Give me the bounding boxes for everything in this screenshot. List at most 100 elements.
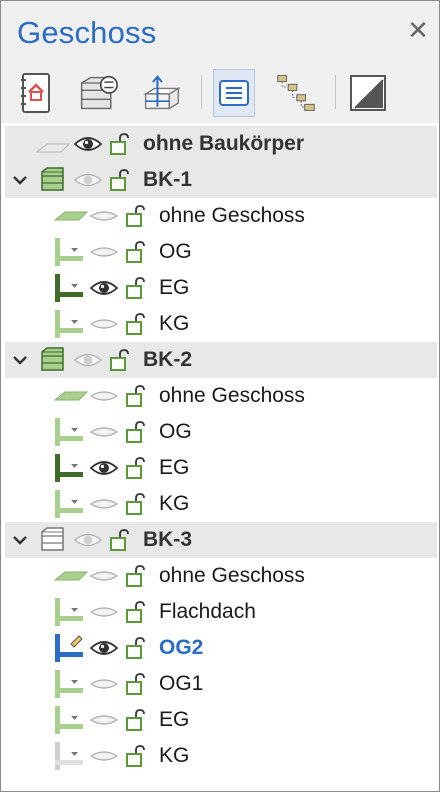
- tree-item-label: OG1: [159, 672, 204, 695]
- tree-item[interactable]: KG: [5, 306, 437, 342]
- tree-item[interactable]: Flachdach: [5, 594, 437, 630]
- eye-dimmed-icon: [73, 173, 103, 187]
- tree-item[interactable]: OG: [5, 414, 437, 450]
- lock-open-icon: [110, 133, 129, 155]
- tree-item[interactable]: KG: [5, 738, 437, 774]
- list-view-icon: [219, 80, 249, 106]
- lock-open-icon: [110, 349, 129, 371]
- toolbar: [1, 63, 439, 123]
- storey-icon: [55, 454, 83, 482]
- tree-group-bk-1[interactable]: BK-1: [5, 162, 437, 198]
- lock-open-icon: [126, 493, 145, 515]
- storey-icon: [55, 742, 83, 770]
- lock-open-icon: [126, 457, 145, 479]
- storey-icon: [55, 706, 83, 734]
- tree-item-label: EG: [159, 456, 190, 479]
- tree-row-label: ohne Baukörper: [143, 132, 305, 155]
- tree-group-bk-2[interactable]: BK-2: [5, 342, 437, 378]
- storey-panel: Geschoss ✕ ohne Baukörper BK-1 ohne Gesc…: [0, 0, 440, 792]
- building-properties-button[interactable]: [15, 69, 57, 117]
- eye-open-icon: [89, 281, 119, 295]
- slab-icon: [53, 571, 89, 581]
- tree-row-root[interactable]: ohne Baukörper: [5, 126, 437, 162]
- eye-open-icon: [73, 137, 103, 151]
- tree-item[interactable]: EG: [5, 450, 437, 486]
- toggle-view-icon: [350, 75, 386, 111]
- slab-icon: [53, 391, 89, 401]
- toolbar-separator: [335, 75, 336, 109]
- eye-closed-icon: [89, 607, 119, 617]
- eye-closed-icon: [89, 679, 119, 689]
- active-storey-icon: [55, 634, 83, 662]
- close-icon[interactable]: ✕: [405, 17, 431, 43]
- tree-item[interactable]: ohne Geschoss: [5, 558, 437, 594]
- lock-open-icon: [126, 673, 145, 695]
- tree-item-label: EG: [159, 276, 190, 299]
- lock-open-icon: [110, 529, 129, 551]
- tree-item-label: ohne Geschoss: [159, 384, 305, 407]
- list-view-button[interactable]: [213, 69, 255, 117]
- tree-group-label: BK-3: [143, 528, 193, 551]
- eye-open-icon: [89, 461, 119, 475]
- panel-header: Geschoss ✕: [1, 1, 439, 63]
- tree-item[interactable]: EG: [5, 702, 437, 738]
- tree-item-label: OG2: [159, 636, 204, 659]
- storey-icon: [55, 310, 83, 338]
- tree-item-label: ohne Geschoss: [159, 564, 305, 587]
- storey-settings-button[interactable]: [77, 69, 119, 117]
- lock-open-icon: [126, 313, 145, 335]
- chevron-down-icon[interactable]: [11, 171, 29, 189]
- tree-item[interactable]: KG: [5, 486, 437, 522]
- lock-open-icon: [126, 709, 145, 731]
- tree-item[interactable]: OG: [5, 234, 437, 270]
- eye-closed-icon: [89, 571, 119, 581]
- storey-icon: [55, 670, 83, 698]
- eye-closed-icon: [89, 427, 119, 437]
- eye-closed-icon: [89, 499, 119, 509]
- eye-closed-icon: [89, 715, 119, 725]
- lock-open-icon: [126, 241, 145, 263]
- lock-open-icon: [126, 745, 145, 767]
- tree-group-bk-3[interactable]: BK-3: [5, 522, 437, 558]
- storey-icon: [55, 418, 83, 446]
- tree-item-label: Flachdach: [159, 600, 256, 623]
- storey-icon: [55, 490, 83, 518]
- chevron-down-icon[interactable]: [11, 351, 29, 369]
- lock-open-icon: [126, 421, 145, 443]
- tree-item-label: KG: [159, 744, 190, 767]
- tree-group-label: BK-2: [143, 348, 193, 371]
- lock-open-icon: [126, 205, 145, 227]
- tree-item-label: OG: [159, 240, 192, 263]
- storey-icon: [55, 274, 83, 302]
- tree-item[interactable]: EG: [5, 270, 437, 306]
- tree-item-label: KG: [159, 312, 190, 335]
- building-block-icon: [41, 167, 64, 191]
- tree-item-label: KG: [159, 492, 190, 515]
- storey-icon: [55, 238, 83, 266]
- lock-open-icon: [126, 601, 145, 623]
- eye-dimmed-icon: [73, 353, 103, 367]
- tree-item[interactable]: OG2: [5, 630, 437, 666]
- panel-title: Geschoss: [17, 15, 157, 50]
- eye-closed-icon: [89, 247, 119, 257]
- eye-closed-icon: [89, 391, 119, 401]
- tree-group-label: BK-1: [143, 168, 193, 191]
- toggle-view-button[interactable]: [347, 69, 389, 117]
- lock-open-icon: [126, 385, 145, 407]
- storey-tree: ohne Baukörper BK-1 ohne Geschoss OG EG …: [5, 126, 437, 774]
- lock-open-icon: [126, 565, 145, 587]
- lock-open-icon: [110, 169, 129, 191]
- storey-icon: [55, 598, 83, 626]
- tree-item[interactable]: ohne Geschoss: [5, 378, 437, 414]
- tree-item[interactable]: OG1: [5, 666, 437, 702]
- tree-item[interactable]: ohne Geschoss: [5, 198, 437, 234]
- hierarchy-view-button[interactable]: [275, 69, 317, 117]
- storey-settings-icon: [80, 75, 118, 110]
- building-block-icon: [41, 527, 64, 551]
- lock-open-icon: [126, 637, 145, 659]
- eye-closed-icon: [89, 751, 119, 761]
- storey-height-button[interactable]: [141, 69, 183, 117]
- hierarchy-view-icon: [277, 75, 315, 111]
- eye-closed-icon: [89, 211, 119, 221]
- chevron-down-icon[interactable]: [11, 531, 29, 549]
